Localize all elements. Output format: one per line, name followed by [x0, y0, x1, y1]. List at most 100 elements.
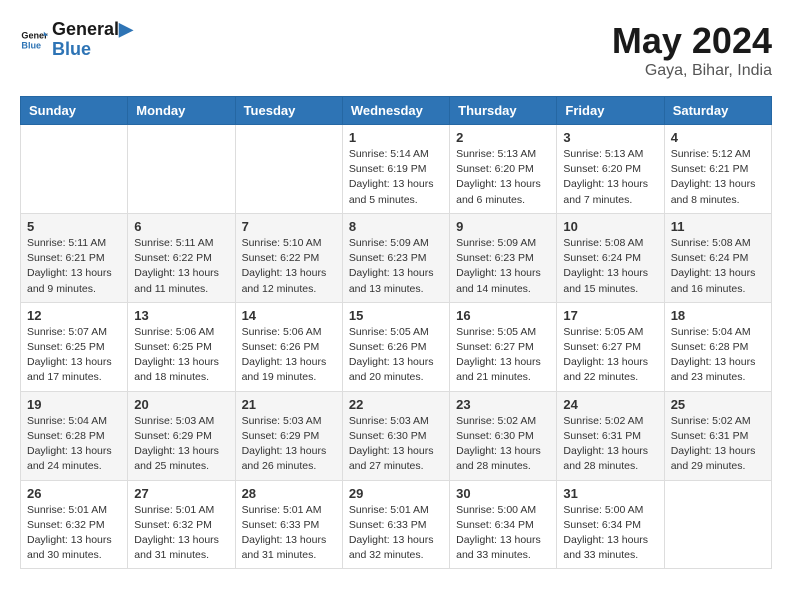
- logo: General Blue General▶ Blue: [20, 20, 133, 60]
- day-info: Sunrise: 5:01 AM Sunset: 6:33 PM Dayligh…: [242, 503, 336, 564]
- day-number: 3: [563, 130, 657, 145]
- calendar-cell: 21 Sunrise: 5:03 AM Sunset: 6:29 PM Dayli…: [235, 391, 342, 480]
- day-info: Sunrise: 5:06 AM Sunset: 6:26 PM Dayligh…: [242, 325, 336, 386]
- calendar-cell: [21, 125, 128, 214]
- calendar-cell: 2 Sunrise: 5:13 AM Sunset: 6:20 PM Daylig…: [450, 125, 557, 214]
- day-info: Sunrise: 5:09 AM Sunset: 6:23 PM Dayligh…: [456, 236, 550, 297]
- calendar-cell: 29 Sunrise: 5:01 AM Sunset: 6:33 PM Dayli…: [342, 480, 449, 569]
- day-info: Sunrise: 5:13 AM Sunset: 6:20 PM Dayligh…: [563, 147, 657, 208]
- weekday-header-tuesday: Tuesday: [235, 97, 342, 125]
- calendar-cell: 13 Sunrise: 5:06 AM Sunset: 6:25 PM Dayli…: [128, 302, 235, 391]
- day-info: Sunrise: 5:12 AM Sunset: 6:21 PM Dayligh…: [671, 147, 765, 208]
- svg-text:Blue: Blue: [21, 40, 41, 50]
- day-number: 29: [349, 486, 443, 501]
- main-title: May 2024: [612, 20, 772, 62]
- day-number: 14: [242, 308, 336, 323]
- calendar-cell: 6 Sunrise: 5:11 AM Sunset: 6:22 PM Daylig…: [128, 213, 235, 302]
- calendar-cell: 19 Sunrise: 5:04 AM Sunset: 6:28 PM Dayli…: [21, 391, 128, 480]
- day-info: Sunrise: 5:01 AM Sunset: 6:33 PM Dayligh…: [349, 503, 443, 564]
- day-info: Sunrise: 5:08 AM Sunset: 6:24 PM Dayligh…: [671, 236, 765, 297]
- day-number: 27: [134, 486, 228, 501]
- week-row-4: 19 Sunrise: 5:04 AM Sunset: 6:28 PM Dayli…: [21, 391, 772, 480]
- day-info: Sunrise: 5:00 AM Sunset: 6:34 PM Dayligh…: [456, 503, 550, 564]
- day-number: 11: [671, 219, 765, 234]
- calendar-table: SundayMondayTuesdayWednesdayThursdayFrid…: [20, 96, 772, 569]
- calendar-cell: 16Sunrise: 5:05 AM Sunset: 6:27 PM Dayli…: [450, 302, 557, 391]
- day-number: 26: [27, 486, 121, 501]
- day-info: Sunrise: 5:01 AM Sunset: 6:32 PM Dayligh…: [27, 503, 121, 564]
- title-block: May 2024 Gaya, Bihar, India: [612, 20, 772, 80]
- day-info: Sunrise: 5:11 AM Sunset: 6:21 PM Dayligh…: [27, 236, 121, 297]
- day-info: Sunrise: 5:02 AM Sunset: 6:31 PM Dayligh…: [563, 414, 657, 475]
- calendar-cell: 10Sunrise: 5:08 AM Sunset: 6:24 PM Dayli…: [557, 213, 664, 302]
- calendar-cell: 28 Sunrise: 5:01 AM Sunset: 6:33 PM Dayli…: [235, 480, 342, 569]
- day-number: 17: [563, 308, 657, 323]
- weekday-header-row: SundayMondayTuesdayWednesdayThursdayFrid…: [21, 97, 772, 125]
- sub-title: Gaya, Bihar, India: [612, 62, 772, 80]
- day-info: Sunrise: 5:05 AM Sunset: 6:27 PM Dayligh…: [563, 325, 657, 386]
- day-number: 2: [456, 130, 550, 145]
- day-number: 28: [242, 486, 336, 501]
- day-number: 24: [563, 397, 657, 412]
- day-info: Sunrise: 5:00 AM Sunset: 6:34 PM Dayligh…: [563, 503, 657, 564]
- calendar-cell: 12Sunrise: 5:07 AM Sunset: 6:25 PM Dayli…: [21, 302, 128, 391]
- calendar-cell: 26 Sunrise: 5:01 AM Sunset: 6:32 PM Dayli…: [21, 480, 128, 569]
- week-row-1: 1Sunrise: 5:14 AM Sunset: 6:19 PM Daylig…: [21, 125, 772, 214]
- day-number: 18: [671, 308, 765, 323]
- day-number: 12: [27, 308, 121, 323]
- calendar-cell: 9Sunrise: 5:09 AM Sunset: 6:23 PM Daylig…: [450, 213, 557, 302]
- logo-text-blue: Blue: [52, 40, 133, 60]
- day-number: 21: [242, 397, 336, 412]
- day-number: 13: [134, 308, 228, 323]
- day-number: 1: [349, 130, 443, 145]
- calendar-cell: 25Sunrise: 5:02 AM Sunset: 6:31 PM Dayli…: [664, 391, 771, 480]
- day-number: 7: [242, 219, 336, 234]
- calendar-cell: [664, 480, 771, 569]
- day-info: Sunrise: 5:11 AM Sunset: 6:22 PM Dayligh…: [134, 236, 228, 297]
- calendar-cell: 20 Sunrise: 5:03 AM Sunset: 6:29 PM Dayli…: [128, 391, 235, 480]
- page-header: General Blue General▶ Blue May 2024 Gaya…: [20, 20, 772, 80]
- calendar-cell: 8 Sunrise: 5:09 AM Sunset: 6:23 PM Daylig…: [342, 213, 449, 302]
- weekday-header-wednesday: Wednesday: [342, 97, 449, 125]
- day-number: 15: [349, 308, 443, 323]
- day-info: Sunrise: 5:05 AM Sunset: 6:26 PM Dayligh…: [349, 325, 443, 386]
- day-info: Sunrise: 5:01 AM Sunset: 6:32 PM Dayligh…: [134, 503, 228, 564]
- day-info: Sunrise: 5:04 AM Sunset: 6:28 PM Dayligh…: [27, 414, 121, 475]
- day-info: Sunrise: 5:03 AM Sunset: 6:29 PM Dayligh…: [134, 414, 228, 475]
- day-number: 8: [349, 219, 443, 234]
- weekday-header-monday: Monday: [128, 97, 235, 125]
- calendar-cell: 7 Sunrise: 5:10 AM Sunset: 6:22 PM Daylig…: [235, 213, 342, 302]
- day-info: Sunrise: 5:10 AM Sunset: 6:22 PM Dayligh…: [242, 236, 336, 297]
- calendar-cell: 11 Sunrise: 5:08 AM Sunset: 6:24 PM Dayli…: [664, 213, 771, 302]
- calendar-cell: 4Sunrise: 5:12 AM Sunset: 6:21 PM Daylig…: [664, 125, 771, 214]
- day-number: 6: [134, 219, 228, 234]
- day-number: 16: [456, 308, 550, 323]
- day-info: Sunrise: 5:08 AM Sunset: 6:24 PM Dayligh…: [563, 236, 657, 297]
- logo-icon: General Blue: [20, 26, 48, 54]
- calendar-cell: 27 Sunrise: 5:01 AM Sunset: 6:32 PM Dayli…: [128, 480, 235, 569]
- day-info: Sunrise: 5:04 AM Sunset: 6:28 PM Dayligh…: [671, 325, 765, 386]
- calendar-cell: 24 Sunrise: 5:02 AM Sunset: 6:31 PM Dayli…: [557, 391, 664, 480]
- day-number: 20: [134, 397, 228, 412]
- week-row-5: 26 Sunrise: 5:01 AM Sunset: 6:32 PM Dayli…: [21, 480, 772, 569]
- day-info: Sunrise: 5:06 AM Sunset: 6:25 PM Dayligh…: [134, 325, 228, 386]
- day-info: Sunrise: 5:13 AM Sunset: 6:20 PM Dayligh…: [456, 147, 550, 208]
- calendar-cell: 15 Sunrise: 5:05 AM Sunset: 6:26 PM Dayli…: [342, 302, 449, 391]
- day-info: Sunrise: 5:09 AM Sunset: 6:23 PM Dayligh…: [349, 236, 443, 297]
- weekday-header-saturday: Saturday: [664, 97, 771, 125]
- calendar-cell: 18 Sunrise: 5:04 AM Sunset: 6:28 PM Dayli…: [664, 302, 771, 391]
- day-info: Sunrise: 5:03 AM Sunset: 6:29 PM Dayligh…: [242, 414, 336, 475]
- calendar-cell: 30Sunrise: 5:00 AM Sunset: 6:34 PM Dayli…: [450, 480, 557, 569]
- calendar-cell: 1Sunrise: 5:14 AM Sunset: 6:19 PM Daylig…: [342, 125, 449, 214]
- day-number: 19: [27, 397, 121, 412]
- week-row-2: 5Sunrise: 5:11 AM Sunset: 6:21 PM Daylig…: [21, 213, 772, 302]
- weekday-header-thursday: Thursday: [450, 97, 557, 125]
- calendar-cell: 3 Sunrise: 5:13 AM Sunset: 6:20 PM Daylig…: [557, 125, 664, 214]
- calendar-cell: 22Sunrise: 5:03 AM Sunset: 6:30 PM Dayli…: [342, 391, 449, 480]
- week-row-3: 12Sunrise: 5:07 AM Sunset: 6:25 PM Dayli…: [21, 302, 772, 391]
- day-number: 25: [671, 397, 765, 412]
- calendar-cell: 23Sunrise: 5:02 AM Sunset: 6:30 PM Dayli…: [450, 391, 557, 480]
- logo-text-general: General▶: [52, 20, 133, 40]
- day-number: 22: [349, 397, 443, 412]
- day-number: 31: [563, 486, 657, 501]
